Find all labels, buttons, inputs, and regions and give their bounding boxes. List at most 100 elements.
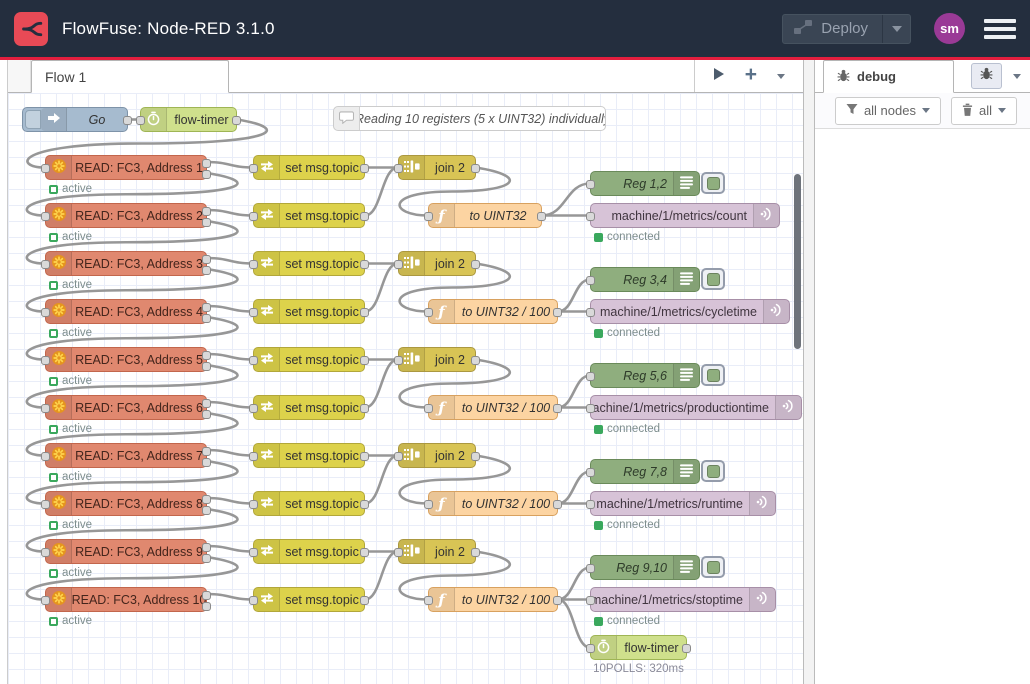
flow-node-set2[interactable]: set msg.topic: [253, 203, 365, 228]
port-out[interactable]: [123, 116, 132, 125]
port-in[interactable]: [249, 452, 258, 461]
search-flows-icon[interactable]: [713, 67, 725, 86]
port-in[interactable]: [41, 452, 50, 461]
port-in[interactable]: [41, 596, 50, 605]
wire[interactable]: [207, 594, 253, 600]
port-in[interactable]: [586, 644, 595, 653]
port-out[interactable]: [360, 212, 369, 221]
port-in[interactable]: [41, 164, 50, 173]
wire[interactable]: [365, 552, 398, 600]
port-out[interactable]: [360, 452, 369, 461]
flow-node-set4[interactable]: set msg.topic: [253, 299, 365, 324]
port-out[interactable]: [360, 260, 369, 269]
deploy-button[interactable]: Deploy: [782, 14, 911, 44]
debug-toggle-button[interactable]: [701, 172, 725, 194]
sidebar-menu-chevron-icon[interactable]: [1013, 74, 1021, 79]
port-out[interactable]: [471, 260, 480, 269]
port-out[interactable]: [202, 159, 211, 168]
port-in[interactable]: [586, 308, 595, 317]
flow-node-set7[interactable]: set msg.topic: [253, 443, 365, 468]
port-in[interactable]: [41, 404, 50, 413]
deploy-options-button[interactable]: [882, 15, 910, 43]
tab-scroll-left-button[interactable]: [8, 60, 31, 92]
port-in[interactable]: [249, 500, 258, 509]
flow-node-join5[interactable]: join 2: [398, 539, 476, 564]
flow-node-mqtt3[interactable]: machine/1/metrics/productiontimeconnecte…: [590, 395, 802, 420]
flow-node-join3[interactable]: join 2: [398, 347, 476, 372]
port-in[interactable]: [586, 596, 595, 605]
port-in[interactable]: [586, 180, 595, 189]
wire[interactable]: [207, 546, 253, 552]
port-out[interactable]: [202, 218, 211, 227]
flow-node-mqtt2[interactable]: machine/1/metrics/cycletimeconnected: [590, 299, 790, 324]
canvas-vertical-scrollbar[interactable]: [794, 174, 801, 349]
flow-node-mqtt4[interactable]: machine/1/metrics/runtimeconnected: [590, 491, 776, 516]
port-in[interactable]: [41, 548, 50, 557]
wire[interactable]: [365, 360, 398, 408]
port-out[interactable]: [202, 495, 211, 504]
wire[interactable]: [207, 162, 253, 168]
flow-node-dbg1[interactable]: Reg 1,2: [590, 171, 700, 196]
flow-node-set1[interactable]: set msg.topic: [253, 155, 365, 180]
sidebar-splitter[interactable]: [803, 60, 815, 684]
open-debug-window-button[interactable]: [971, 63, 1002, 89]
port-out[interactable]: [471, 356, 480, 365]
user-avatar[interactable]: sm: [934, 13, 965, 44]
flow-node-read9[interactable]: READ: FC3, Address 9active: [45, 539, 207, 564]
port-in[interactable]: [249, 356, 258, 365]
debug-toggle-button[interactable]: [701, 556, 725, 578]
flow-node-dbg4[interactable]: Reg 7,8: [590, 459, 700, 484]
wire[interactable]: [207, 498, 253, 504]
flow-node-func3[interactable]: ƒto UINT32 / 100: [428, 395, 558, 420]
debug-toggle-button[interactable]: [701, 268, 725, 290]
wire[interactable]: [207, 402, 253, 408]
port-out[interactable]: [360, 500, 369, 509]
port-in[interactable]: [424, 308, 433, 317]
flow-node-comment1[interactable]: Reading 10 registers (5 x UINT32) indivi…: [333, 106, 606, 131]
flow-node-func5[interactable]: ƒto UINT32 / 100: [428, 587, 558, 612]
port-out[interactable]: [553, 404, 562, 413]
port-in[interactable]: [249, 212, 258, 221]
flow-node-timer-bottom[interactable]: flow-timer10POLLS: 320ms: [590, 635, 687, 660]
wire[interactable]: [365, 264, 398, 312]
port-in[interactable]: [586, 212, 595, 221]
flow-node-set9[interactable]: set msg.topic: [253, 539, 365, 564]
port-in[interactable]: [41, 356, 50, 365]
port-in[interactable]: [394, 452, 403, 461]
port-out[interactable]: [360, 404, 369, 413]
debug-toggle-button[interactable]: [701, 460, 725, 482]
flow-node-set8[interactable]: set msg.topic: [253, 491, 365, 516]
port-in[interactable]: [394, 356, 403, 365]
port-in[interactable]: [41, 260, 50, 269]
flow-node-read3[interactable]: READ: FC3, Address 3active: [45, 251, 207, 276]
flow-node-read4[interactable]: READ: FC3, Address 4active: [45, 299, 207, 324]
flow-node-read1[interactable]: READ: FC3, Address 1active: [45, 155, 207, 180]
flow-node-dbg2[interactable]: Reg 3,4: [590, 267, 700, 292]
port-out[interactable]: [202, 602, 211, 611]
port-out[interactable]: [202, 458, 211, 467]
wire[interactable]: [207, 354, 253, 360]
debug-clear-button[interactable]: all: [951, 97, 1017, 125]
flow-node-go[interactable]: Go: [22, 107, 128, 132]
port-out[interactable]: [202, 591, 211, 600]
port-out[interactable]: [202, 362, 211, 371]
port-in[interactable]: [586, 564, 595, 573]
port-in[interactable]: [249, 164, 258, 173]
port-out[interactable]: [553, 596, 562, 605]
port-out[interactable]: [202, 255, 211, 264]
port-in[interactable]: [586, 468, 595, 477]
debug-toggle-button[interactable]: [701, 364, 725, 386]
wire[interactable]: [207, 450, 253, 456]
port-out[interactable]: [360, 356, 369, 365]
wire[interactable]: [365, 168, 398, 216]
flow-node-read6[interactable]: READ: FC3, Address 6active: [45, 395, 207, 420]
port-out[interactable]: [202, 314, 211, 323]
flow-node-join1[interactable]: join 2: [398, 155, 476, 180]
port-in[interactable]: [136, 116, 145, 125]
port-out[interactable]: [553, 500, 562, 509]
port-out[interactable]: [202, 303, 211, 312]
port-out[interactable]: [360, 548, 369, 557]
wire[interactable]: [558, 568, 590, 600]
port-out[interactable]: [360, 164, 369, 173]
port-out[interactable]: [232, 116, 241, 125]
